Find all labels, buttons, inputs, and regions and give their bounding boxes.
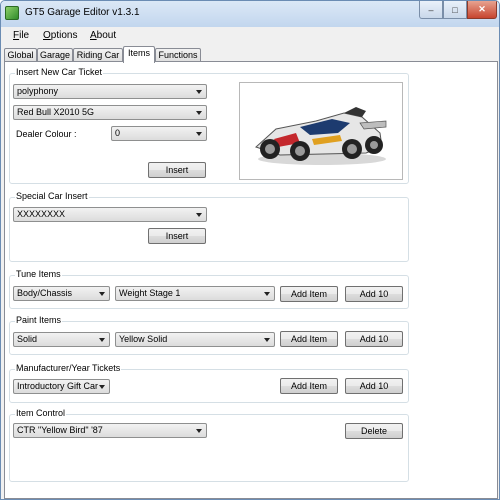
paint-color-value: Yellow Solid xyxy=(119,334,168,344)
menu-about-accelerator: A xyxy=(90,30,97,41)
app-icon xyxy=(5,6,19,20)
window-title: GT5 Garage Editor v1.3.1 xyxy=(25,7,140,18)
paint-add-item-button[interactable]: Add Item xyxy=(280,331,338,347)
ticket-value: Introductory Gift Car xyxy=(17,381,99,391)
manufacturer-value: polyphony xyxy=(17,86,59,96)
app-window: GT5 Garage Editor v1.3.1 – □ ✕ File Opti… xyxy=(0,0,500,500)
tab-items[interactable]: Items xyxy=(123,46,155,63)
special-insert-button[interactable]: Insert xyxy=(148,228,206,244)
chevron-down-icon xyxy=(99,385,105,389)
chevron-down-icon xyxy=(196,90,202,94)
chevron-down-icon xyxy=(99,292,105,296)
tune-items-label: Tune Items xyxy=(15,269,62,279)
item-control-label: Item Control xyxy=(15,408,67,418)
menu-file-label: ile xyxy=(19,30,30,41)
item-control-select[interactable]: CTR "Yellow Bird" '87 xyxy=(13,423,207,438)
menu-options[interactable]: Options xyxy=(43,30,77,41)
chevron-down-icon xyxy=(196,429,202,433)
chevron-down-icon xyxy=(99,338,105,342)
ticket-add-item-button[interactable]: Add Item xyxy=(280,378,338,394)
chevron-down-icon xyxy=(264,292,270,296)
menu-file[interactable]: File xyxy=(13,30,29,41)
chevron-down-icon xyxy=(196,213,202,217)
tune-add10-button[interactable]: Add 10 xyxy=(345,286,403,302)
menu-options-accelerator: O xyxy=(43,30,51,41)
car-value: Red Bull X2010 5G xyxy=(17,107,95,117)
dealer-colour-select[interactable]: 0 xyxy=(111,126,207,141)
menu-bar: File Options About xyxy=(1,27,499,45)
tune-item-select[interactable]: Weight Stage 1 xyxy=(115,286,275,301)
menu-about[interactable]: About xyxy=(90,30,116,41)
menu-options-label: ptions xyxy=(50,30,78,41)
race-car-icon xyxy=(255,107,387,165)
delete-item-button[interactable]: Delete xyxy=(345,423,403,439)
close-button[interactable]: ✕ xyxy=(467,1,497,19)
manufacturer-select[interactable]: polyphony xyxy=(13,84,207,99)
ticket-add10-button[interactable]: Add 10 xyxy=(345,378,403,394)
title-bar[interactable]: GT5 Garage Editor v1.3.1 – □ ✕ xyxy=(1,1,499,27)
dealer-colour-value: 0 xyxy=(115,128,121,138)
car-preview-image xyxy=(239,82,403,180)
car-select[interactable]: Red Bull X2010 5G xyxy=(13,105,207,120)
special-car-value: XXXXXXXX xyxy=(17,209,66,219)
maximize-button[interactable]: □ xyxy=(443,1,467,19)
item-control-value: CTR "Yellow Bird" '87 xyxy=(17,425,103,435)
tune-category-value: Body/Chassis xyxy=(17,288,73,298)
tune-add-item-button[interactable]: Add Item xyxy=(280,286,338,302)
dealer-colour-label: Dealer Colour : xyxy=(16,129,77,139)
tune-category-select[interactable]: Body/Chassis xyxy=(13,286,110,301)
insert-car-button[interactable]: Insert xyxy=(148,162,206,178)
manufacturer-year-tickets-label: Manufacturer/Year Tickets xyxy=(15,363,122,373)
tune-item-value: Weight Stage 1 xyxy=(119,288,181,298)
chevron-down-icon xyxy=(196,132,202,136)
ticket-select[interactable]: Introductory Gift Car xyxy=(13,379,110,394)
menu-about-label: bout xyxy=(96,30,117,41)
paint-add10-button[interactable]: Add 10 xyxy=(345,331,403,347)
chevron-down-icon xyxy=(264,338,270,342)
paint-color-select[interactable]: Yellow Solid xyxy=(115,332,275,347)
chevron-down-icon xyxy=(196,111,202,115)
paint-type-value: Solid xyxy=(17,334,38,344)
minimize-button[interactable]: – xyxy=(419,1,443,19)
paint-type-select[interactable]: Solid xyxy=(13,332,110,347)
special-car-insert-label: Special Car Insert xyxy=(15,191,89,201)
paint-items-label: Paint Items xyxy=(15,315,63,325)
insert-new-car-ticket-label: Insert New Car Ticket xyxy=(15,67,104,77)
tab-bar: Global Garage Riding Car Items Functions xyxy=(1,46,499,63)
special-car-select[interactable]: XXXXXXXX xyxy=(13,207,207,222)
